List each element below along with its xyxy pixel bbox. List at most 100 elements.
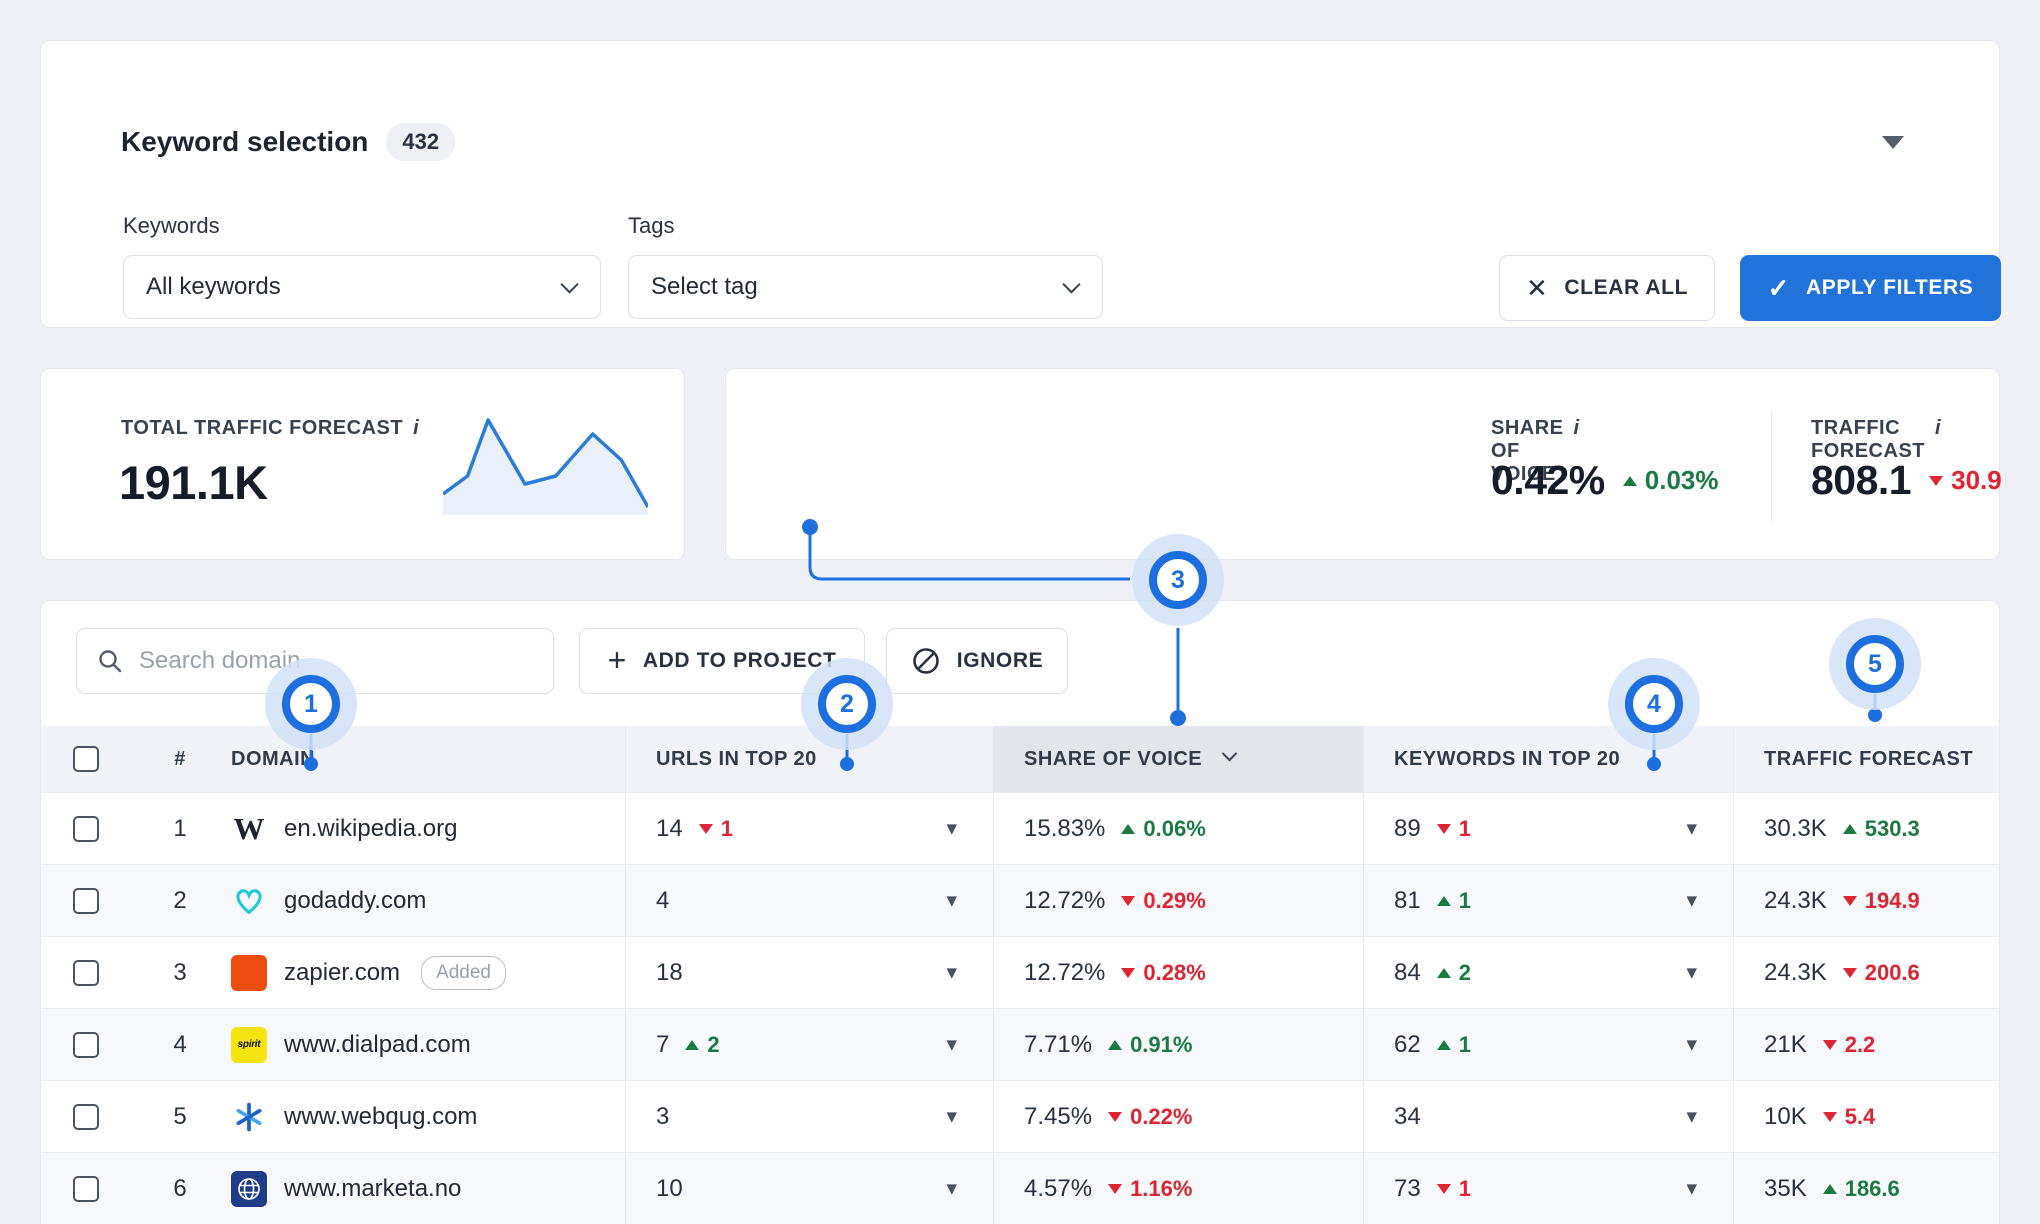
header-domain[interactable]: # DOMAIN bbox=[41, 726, 625, 792]
trend-arrow-icon bbox=[1843, 824, 1857, 834]
trend-arrow-icon bbox=[1437, 1184, 1451, 1194]
expand-caret-icon[interactable]: ▾ bbox=[1686, 1032, 1697, 1057]
keywords-cell: 73 1 ▾ bbox=[1363, 1153, 1733, 1224]
rank: 5 bbox=[163, 1103, 197, 1131]
urls-cell: 18 ▾ bbox=[625, 937, 993, 1008]
expand-caret-icon[interactable]: ▾ bbox=[946, 1104, 957, 1129]
apply-filters-button[interactable]: ✓ APPLY FILTERS bbox=[1740, 255, 2001, 321]
expand-caret-icon[interactable]: ▾ bbox=[946, 1176, 957, 1201]
domain-name: en.wikipedia.org bbox=[284, 815, 457, 843]
row-checkbox[interactable] bbox=[73, 1032, 99, 1058]
trend-arrow-icon bbox=[1843, 896, 1857, 906]
check-icon: ✓ bbox=[1768, 275, 1790, 301]
urls-cell: 10 ▾ bbox=[625, 1153, 993, 1224]
header-urls-in-top-20[interactable]: URLS IN TOP 20 bbox=[625, 726, 993, 792]
traffic-forecast-cell: 30.3K 530.3 bbox=[1733, 793, 1999, 864]
domain-cell: 6 www.marketa.no bbox=[41, 1153, 625, 1224]
info-icon[interactable]: i bbox=[413, 417, 419, 440]
trend-arrow-icon bbox=[1437, 824, 1451, 834]
webqug-favicon bbox=[231, 1099, 267, 1135]
expand-caret-icon[interactable]: ▾ bbox=[1686, 1104, 1697, 1129]
share-of-voice-cell: 12.72% 0.28% bbox=[993, 937, 1363, 1008]
share-of-voice-cell: 7.45% 0.22% bbox=[993, 1081, 1363, 1152]
domain-name: zapier.com bbox=[284, 959, 400, 987]
header-share-of-voice[interactable]: SHARE OF VOICE bbox=[993, 726, 1363, 792]
rank: 1 bbox=[163, 815, 197, 843]
trend-arrow-icon bbox=[1843, 968, 1857, 978]
header-rank: # bbox=[163, 748, 197, 771]
table-row: 5 www.webqug.com 3 ▾ 7.45% 0.22% bbox=[41, 1080, 1999, 1152]
table-row: 2 godaddy.com 4 ▾ 12.72% 0.29% bbox=[41, 864, 1999, 936]
keywords-select[interactable]: All keywords bbox=[123, 255, 601, 319]
header-keywords-in-top-20[interactable]: KEYWORDS IN TOP 20 bbox=[1363, 726, 1733, 792]
tags-select[interactable]: Select tag bbox=[628, 255, 1103, 319]
page-title: Keyword selection bbox=[121, 126, 368, 158]
info-icon[interactable]: i bbox=[1574, 417, 1580, 440]
domain-cell: 2 godaddy.com bbox=[41, 865, 625, 936]
total-traffic-forecast-card: TOTAL TRAFFIC FORECAST i 191.1K bbox=[40, 368, 685, 560]
rank: 4 bbox=[163, 1031, 197, 1059]
metric-value: 0.42% bbox=[1491, 457, 1605, 504]
keywords-cell: 84 2 ▾ bbox=[1363, 937, 1733, 1008]
table-row: 6 www.marketa.no 10 ▾ 4.57% 1.16% bbox=[41, 1152, 1999, 1224]
keywords-cell: 62 1 ▾ bbox=[1363, 1009, 1733, 1080]
share-of-voice-cell: 7.71% 0.91% bbox=[993, 1009, 1363, 1080]
wikipedia-favicon: W bbox=[231, 811, 267, 847]
trend-arrow-icon bbox=[1823, 1040, 1837, 1050]
ignore-label: IGNORE bbox=[957, 649, 1043, 673]
trend-arrow-icon bbox=[685, 1040, 699, 1050]
expand-caret-icon[interactable]: ▾ bbox=[1686, 888, 1697, 913]
expand-caret-icon[interactable]: ▾ bbox=[1686, 960, 1697, 985]
row-checkbox[interactable] bbox=[73, 816, 99, 842]
godaddy-favicon bbox=[231, 883, 267, 919]
competitors-table-card: + ADD TO PROJECT IGNORE # DOMAIN URLS IN… bbox=[40, 600, 2000, 1224]
row-checkbox[interactable] bbox=[73, 1104, 99, 1130]
share-of-voice-cell: 15.83% 0.06% bbox=[993, 793, 1363, 864]
expand-caret-icon[interactable]: ▾ bbox=[1686, 1176, 1697, 1201]
table-row: 4 spirit www.dialpad.com 7 2 ▾ 7.71% 0.9… bbox=[41, 1008, 1999, 1080]
select-all-checkbox[interactable] bbox=[73, 746, 99, 772]
tags-select-value: Select tag bbox=[651, 273, 758, 301]
added-badge: Added bbox=[421, 956, 506, 990]
tags-label: Tags bbox=[628, 213, 674, 239]
expand-caret-icon[interactable]: ▾ bbox=[946, 1032, 957, 1057]
divider bbox=[1771, 411, 1772, 521]
collapse-chevron-icon[interactable] bbox=[1882, 136, 1904, 149]
trend-arrow-icon bbox=[1121, 968, 1135, 978]
expand-caret-icon[interactable]: ▾ bbox=[1686, 816, 1697, 841]
row-checkbox[interactable] bbox=[73, 1176, 99, 1202]
chevron-down-icon bbox=[560, 275, 578, 293]
info-icon[interactable]: i bbox=[1935, 417, 1941, 440]
expand-caret-icon[interactable]: ▾ bbox=[946, 888, 957, 913]
domain-cell: 1 W en.wikipedia.org bbox=[41, 793, 625, 864]
urls-cell: 4 ▾ bbox=[625, 865, 993, 936]
keyword-selection-card: Keyword selection 432 Keywords Tags All … bbox=[40, 40, 2000, 328]
table-row: 1 W en.wikipedia.org 14 1 ▾ 15.83% 0.06% bbox=[41, 792, 1999, 864]
traffic-forecast-cell: 35K 186.6 bbox=[1733, 1153, 1999, 1224]
table-row: 3 zapier.com Added 18 ▾ 12.72% 0.28% bbox=[41, 936, 1999, 1008]
ignore-button[interactable]: IGNORE bbox=[886, 628, 1068, 694]
keywords-label: Keywords bbox=[123, 213, 220, 239]
trend-arrow-icon bbox=[1437, 968, 1451, 978]
metric-value: 808.1 bbox=[1811, 457, 1911, 504]
trend-arrow-icon bbox=[1823, 1184, 1837, 1194]
trend-arrow-icon bbox=[699, 824, 713, 834]
total-traffic-value: 191.1K bbox=[119, 455, 268, 510]
header-traffic-forecast[interactable]: TRAFFIC FORECAST bbox=[1733, 726, 1999, 792]
summary-metrics-card: SHARE OF VOICEi 0.42% 0.03% TRAFFIC FORE… bbox=[725, 368, 2000, 560]
ignore-icon bbox=[911, 646, 941, 676]
zapier-favicon bbox=[231, 955, 267, 991]
keywords-cell: 89 1 ▾ bbox=[1363, 793, 1733, 864]
clear-all-button[interactable]: ✕ CLEAR ALL bbox=[1499, 255, 1715, 321]
urls-cell: 7 2 ▾ bbox=[625, 1009, 993, 1080]
search-icon bbox=[97, 648, 123, 674]
expand-caret-icon[interactable]: ▾ bbox=[946, 960, 957, 985]
keywords-cell: 81 1 ▾ bbox=[1363, 865, 1733, 936]
expand-caret-icon[interactable]: ▾ bbox=[946, 816, 957, 841]
add-to-project-button[interactable]: + ADD TO PROJECT bbox=[579, 628, 865, 694]
trend-arrow-icon bbox=[1108, 1184, 1122, 1194]
traffic-forecast-cell: 21K 2.2 bbox=[1733, 1009, 1999, 1080]
search-domain-input[interactable] bbox=[139, 647, 533, 675]
row-checkbox[interactable] bbox=[73, 960, 99, 986]
row-checkbox[interactable] bbox=[73, 888, 99, 914]
